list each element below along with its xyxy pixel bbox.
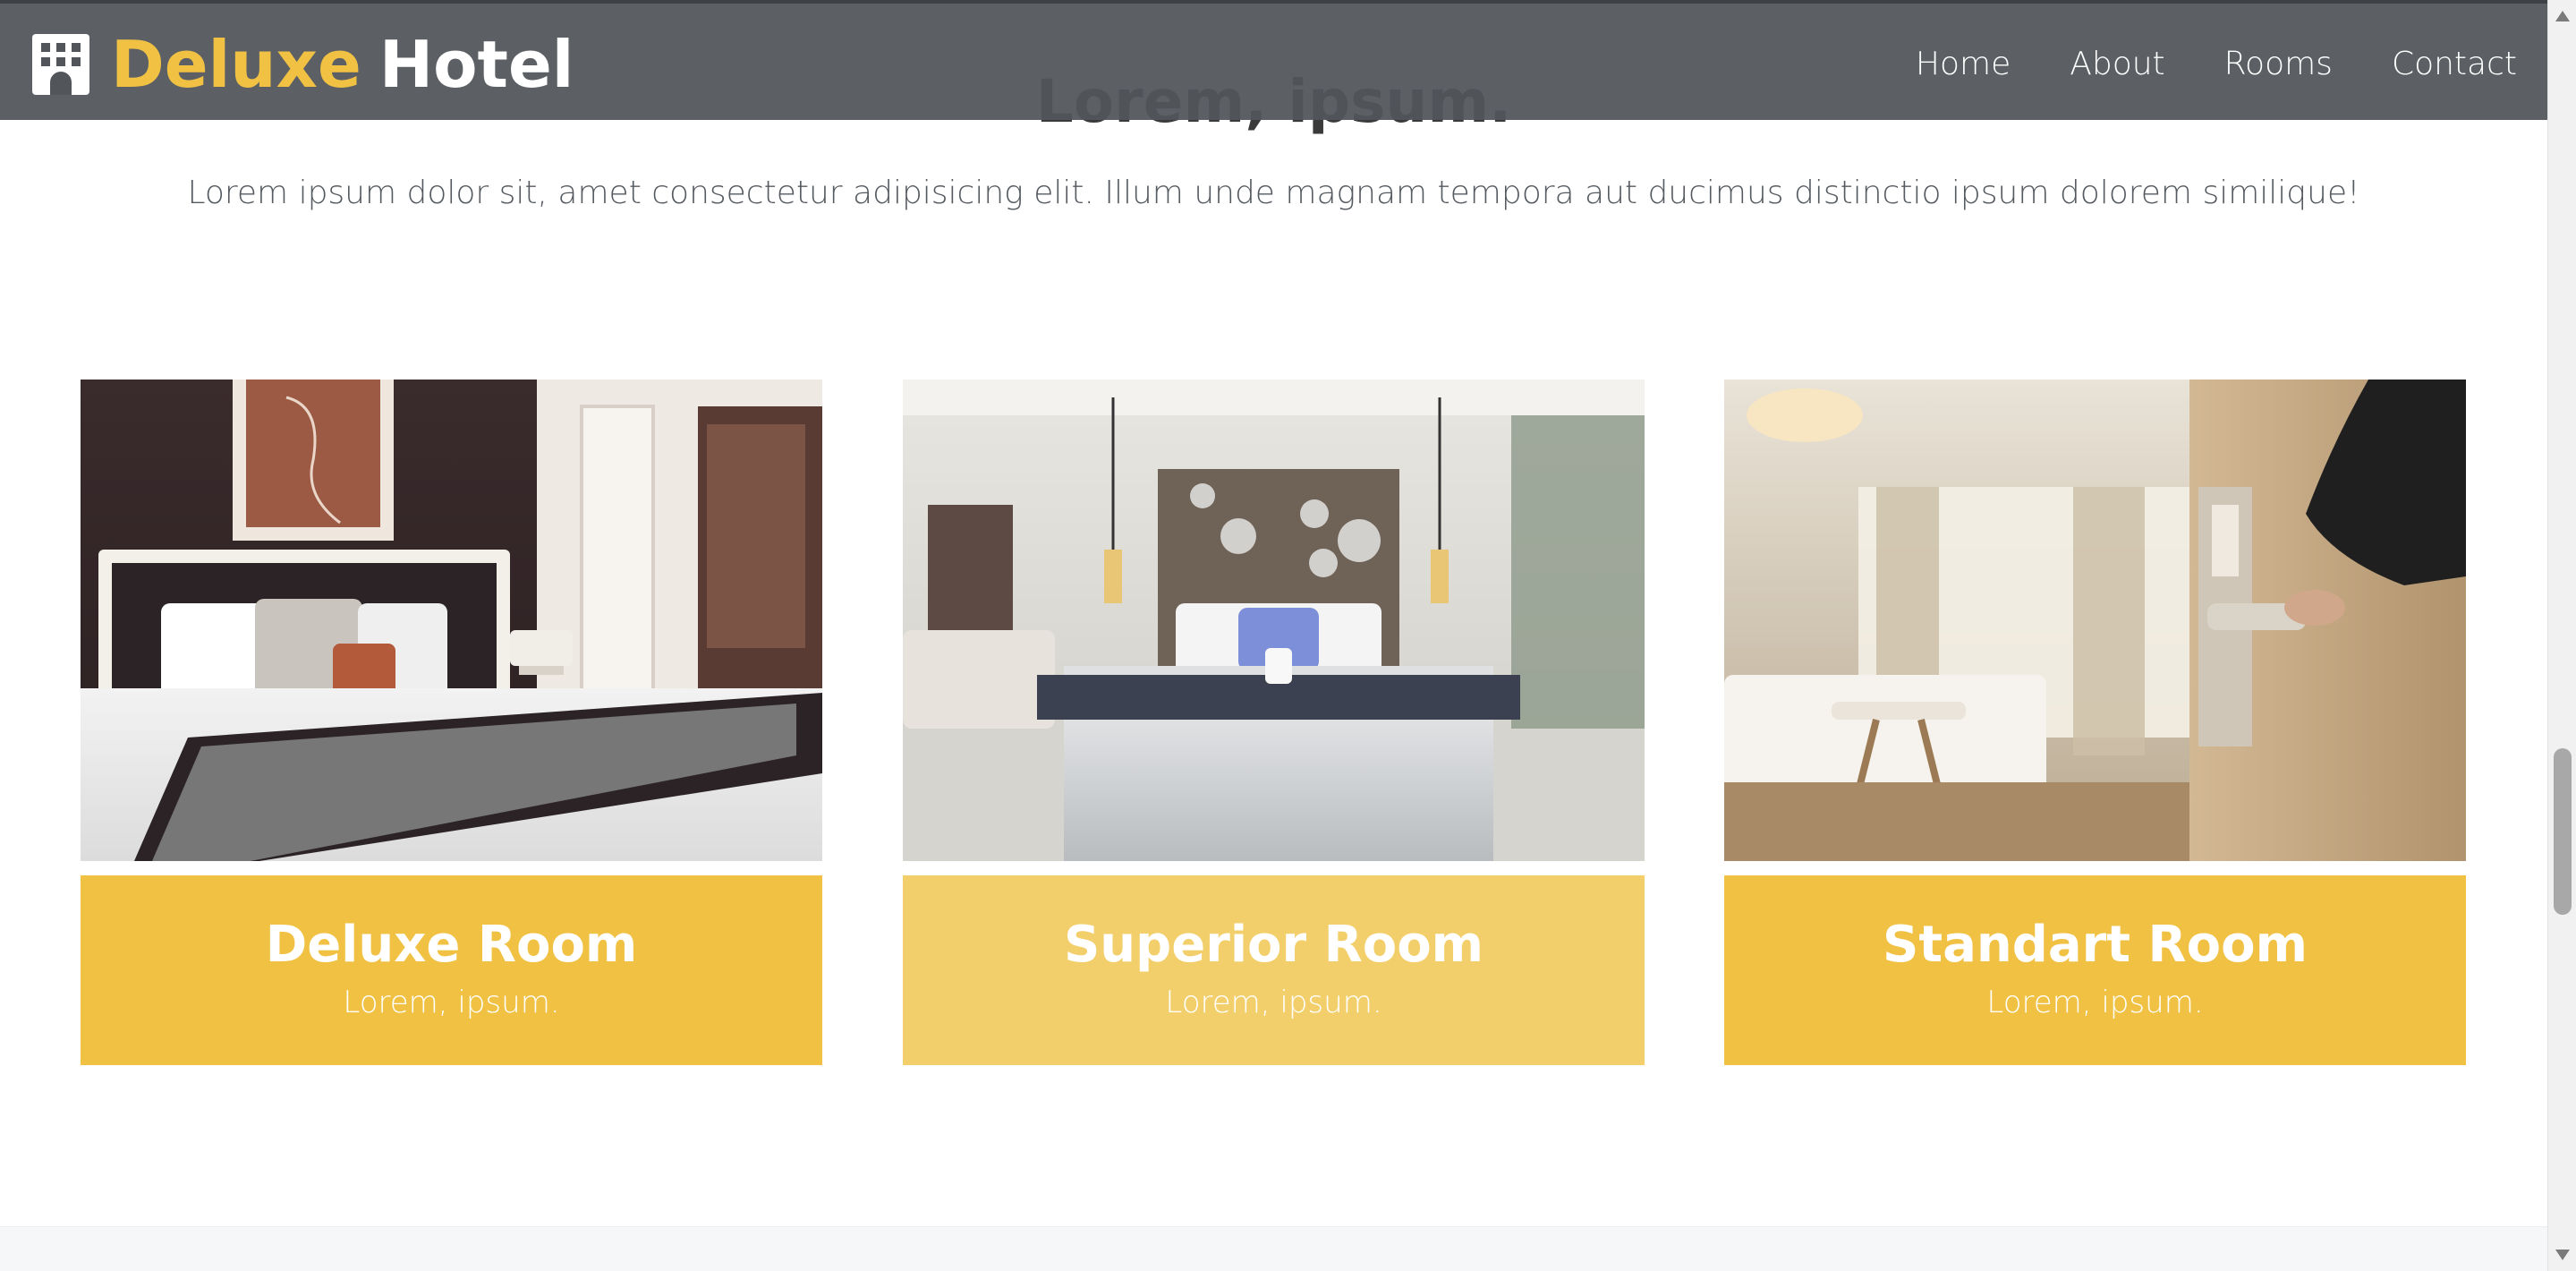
- scroll-down-arrow-icon[interactable]: [2555, 1250, 2570, 1260]
- nav-link-contact[interactable]: Contact: [2392, 43, 2517, 86]
- nav-links: Home About Rooms Contact: [1857, 43, 2517, 86]
- room-photo-superior: [903, 380, 1645, 861]
- room-name: Standart Room: [1883, 916, 2308, 974]
- room-photo-deluxe: [81, 380, 822, 861]
- brand-name-deluxe: Deluxe: [111, 27, 361, 102]
- room-name: Superior Room: [1063, 916, 1484, 974]
- room-photo-standart: [1724, 380, 2466, 861]
- room-caption-superior: Superior Room Lorem, ipsum.: [903, 875, 1645, 1065]
- deluxe-room-image: [81, 380, 822, 861]
- page: Lorem, ipsum. Lorem ipsum dolor sit, ame…: [0, 0, 2547, 1271]
- room-name: Deluxe Room: [265, 916, 638, 974]
- nav-link-about[interactable]: About: [2070, 43, 2164, 86]
- nav-link-home[interactable]: Home: [1916, 43, 2011, 86]
- room-subtitle: Lorem, ipsum.: [1165, 985, 1382, 1020]
- room-card-superior[interactable]: Superior Room Lorem, ipsum.: [903, 380, 1645, 1065]
- nav-link-rooms[interactable]: Rooms: [2224, 43, 2333, 86]
- brand-name-hotel: Hotel: [378, 27, 574, 102]
- room-card-standart[interactable]: Standart Room Lorem, ipsum.: [1724, 380, 2466, 1065]
- scroll-thumb[interactable]: [2554, 748, 2572, 915]
- superior-room-image: [903, 380, 1645, 861]
- room-card-deluxe[interactable]: Deluxe Room Lorem, ipsum.: [81, 380, 822, 1065]
- standart-room-image: [1724, 380, 2466, 861]
- room-subtitle: Lorem, ipsum.: [343, 985, 560, 1020]
- scroll-up-arrow-icon[interactable]: [2555, 11, 2570, 21]
- navbar: Deluxe Hotel Home About Rooms Contact: [0, 0, 2547, 120]
- hotel-building-icon: [32, 34, 89, 95]
- brand-logo[interactable]: Deluxe Hotel: [29, 29, 574, 100]
- room-subtitle: Lorem, ipsum.: [1986, 985, 2204, 1020]
- section-description: Lorem ipsum dolor sit, amet consectetur …: [187, 175, 2360, 211]
- room-caption-standart: Standart Room Lorem, ipsum.: [1724, 875, 2466, 1065]
- scrollbar[interactable]: [2547, 0, 2576, 1271]
- room-caption-deluxe: Deluxe Room Lorem, ipsum.: [81, 875, 822, 1065]
- footer-section-top: [0, 1226, 2547, 1271]
